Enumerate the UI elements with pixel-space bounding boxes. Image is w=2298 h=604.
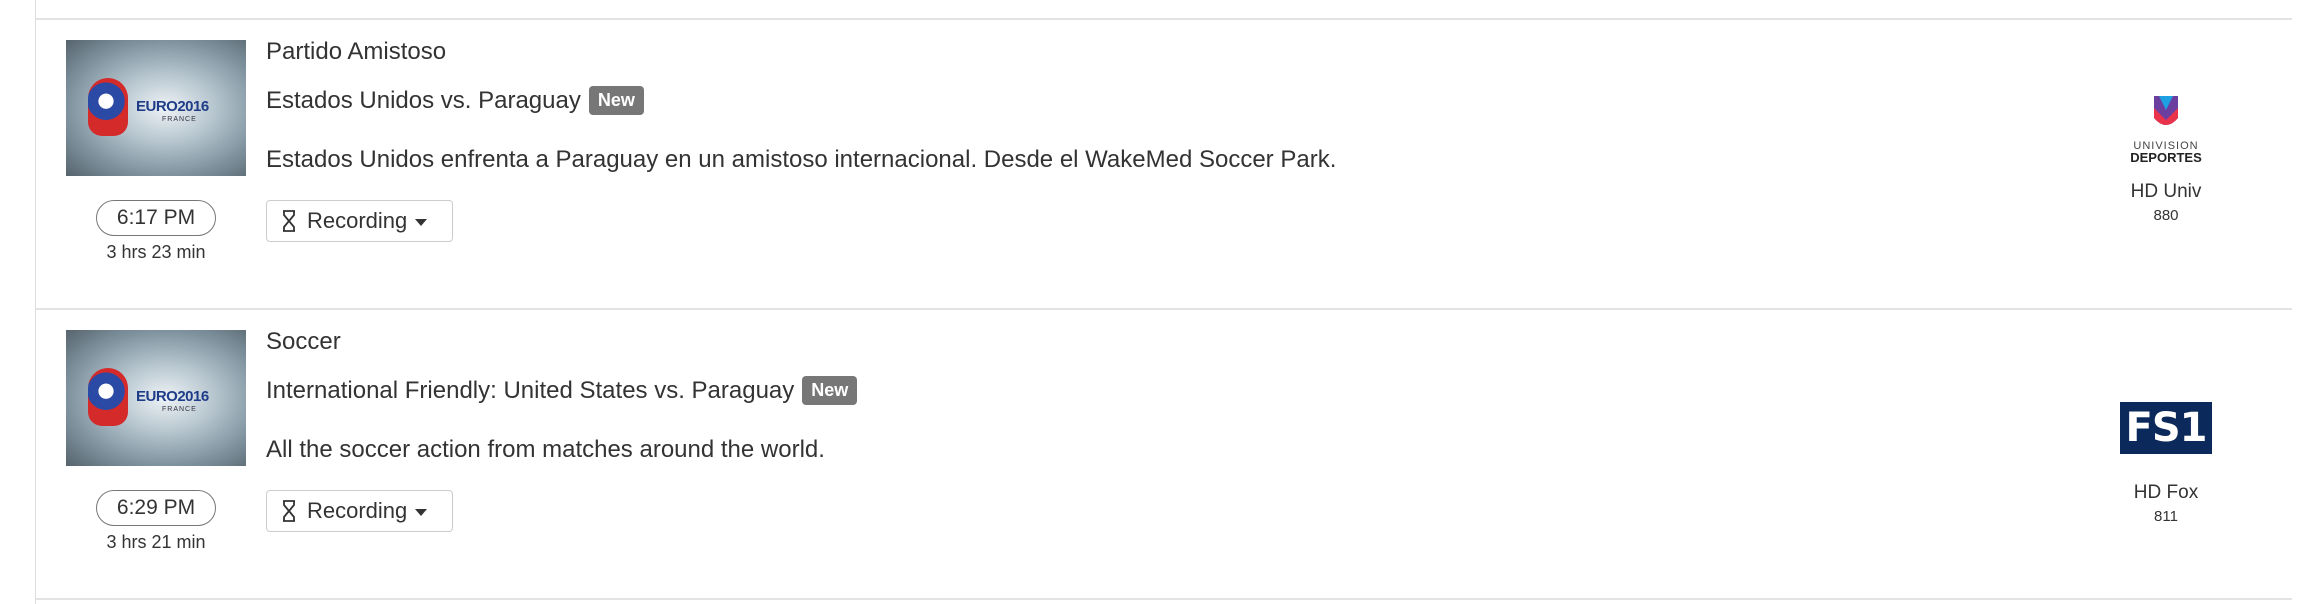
thumb-logo-sub: FRANCE xyxy=(162,116,197,123)
program-title-line: Estados Unidos vs. Paraguay New xyxy=(266,86,644,115)
start-time-badge: 6:29 PM xyxy=(96,490,216,526)
euro-trophy-icon xyxy=(88,78,128,136)
program-description: All the soccer action from matches aroun… xyxy=(266,436,825,463)
program-thumbnail[interactable]: EURO2016 FRANCE xyxy=(66,40,246,176)
channel-info[interactable]: FS1 HD Fox 811 xyxy=(2101,380,2231,525)
thumb-logo-text: EURO2016 xyxy=(136,98,209,115)
fs1-logo: FS1 xyxy=(2120,402,2212,454)
program-category: Partido Amistoso xyxy=(266,38,447,65)
program-description: Estados Unidos enfrenta a Paraguay en un… xyxy=(266,146,1337,173)
thumb-logo-text: EURO2016 xyxy=(136,388,209,405)
duration-text: 3 hrs 21 min xyxy=(106,532,206,552)
univision-deportes-logo: UNIVISION DEPORTES xyxy=(2130,96,2202,165)
channel-number: 880 xyxy=(2153,207,2179,224)
caret-down-icon xyxy=(415,219,428,226)
channel-name: HD Fox xyxy=(2133,482,2199,503)
program-title[interactable]: International Friendly: United States vs… xyxy=(266,377,794,405)
program-title[interactable]: Estados Unidos vs. Paraguay xyxy=(266,87,581,115)
svg-text:DEPORTES: DEPORTES xyxy=(2130,150,2202,165)
new-badge: New xyxy=(802,376,858,405)
listing-row: EURO2016 FRANCE 6:29 PM 3 hrs 21 min Soc… xyxy=(36,308,2292,598)
recording-dropdown-button[interactable]: Recording xyxy=(266,490,453,532)
start-time-badge: 6:17 PM xyxy=(96,200,216,236)
program-category: Soccer xyxy=(266,328,341,355)
euro-trophy-icon xyxy=(88,368,128,426)
duration-text: 3 hrs 23 min xyxy=(106,242,206,262)
list-divider xyxy=(36,598,2292,600)
program-thumbnail[interactable]: EURO2016 FRANCE xyxy=(66,330,246,466)
thumb-logo-sub: FRANCE xyxy=(162,406,197,413)
recording-dropdown-button[interactable]: Recording xyxy=(266,200,453,242)
recording-label: Recording xyxy=(307,498,408,523)
listing-table: EURO2016 FRANCE 6:17 PM 3 hrs 23 min Par… xyxy=(35,0,2292,604)
listing-row: EURO2016 FRANCE 6:17 PM 3 hrs 23 min Par… xyxy=(36,18,2292,308)
channel-number: 811 xyxy=(2154,508,2178,525)
hourglass-icon xyxy=(283,210,295,232)
new-badge: New xyxy=(588,86,644,115)
program-title-line: International Friendly: United States vs… xyxy=(266,376,858,405)
channel-name: HD Univ xyxy=(2130,181,2202,202)
hourglass-icon xyxy=(283,500,295,522)
channel-info[interactable]: UNIVISION DEPORTES HD Univ 880 xyxy=(2101,90,2231,224)
caret-down-icon xyxy=(415,509,428,516)
recording-label: Recording xyxy=(307,208,408,233)
